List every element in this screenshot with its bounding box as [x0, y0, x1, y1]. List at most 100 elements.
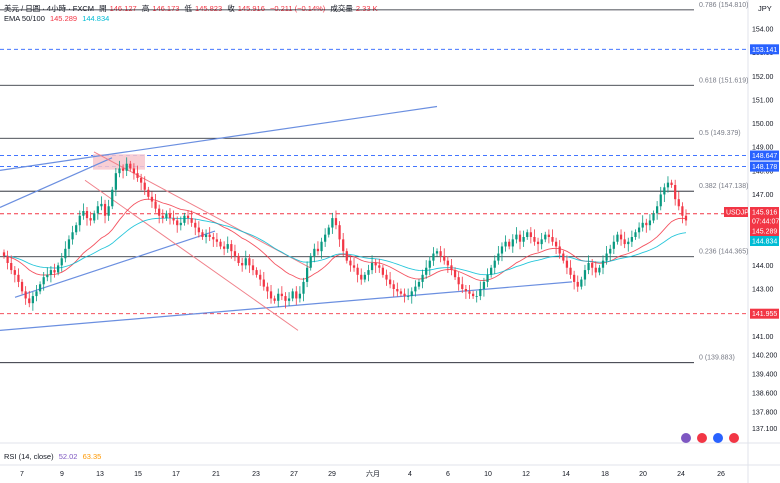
candle-body	[468, 291, 471, 294]
candle-body	[388, 279, 392, 285]
candle-body	[2, 252, 6, 256]
candle-body	[28, 298, 31, 304]
event-icons[interactable]	[681, 433, 739, 443]
candle-body	[93, 213, 96, 221]
candle-body	[259, 274, 262, 280]
candle-body	[280, 293, 283, 297]
candles	[2, 157, 688, 311]
candle-body	[132, 168, 136, 174]
candle-body	[291, 291, 294, 299]
candle-body	[176, 220, 179, 226]
candle-body	[410, 291, 413, 297]
candle-body	[316, 248, 320, 252]
candle-body	[601, 260, 605, 268]
x-tick-label: 7	[20, 471, 24, 478]
price-chart[interactable]: 0.786 (154.810) 0.618 (151.619) 0.5 (149.3…	[0, 0, 780, 483]
candle-body	[587, 263, 590, 271]
candle-body	[327, 227, 330, 235]
candle-body	[342, 239, 345, 252]
candle-body	[659, 194, 662, 207]
candle-body	[208, 234, 211, 237]
ema-lines	[3, 198, 687, 281]
x-tick-label: 9	[60, 471, 64, 478]
candle-body	[140, 177, 143, 183]
candle-body	[269, 291, 273, 299]
candle-body	[674, 185, 677, 200]
candle-body	[504, 241, 507, 247]
price-tag: 144.834	[752, 239, 777, 246]
candle-body	[490, 267, 493, 275]
candle-body	[35, 291, 38, 297]
candle-body	[591, 263, 594, 268]
candle-body	[103, 203, 107, 216]
candle-body	[457, 277, 460, 285]
candle-body	[399, 291, 403, 294]
candle-body	[226, 244, 229, 249]
y-tick-label: 138.600	[752, 391, 777, 398]
x-tick-label: 13	[96, 471, 104, 478]
grid	[0, 0, 780, 483]
price-tag: 153.141	[752, 47, 777, 54]
candle-body	[616, 234, 619, 242]
candle-body	[222, 246, 226, 249]
candle-body	[57, 265, 60, 273]
candle-body	[461, 284, 464, 289]
time-axis[interactable]: 7 9 13 15 17 21 23 27 29 六月 4 6 10 12 14 18 20 24 26	[20, 469, 725, 478]
x-tick-label: 14	[562, 471, 570, 478]
x-tick-label: 17	[172, 471, 180, 478]
candle-body	[295, 291, 298, 299]
candle-body	[197, 227, 200, 233]
candle-body	[619, 234, 623, 240]
candle-body	[547, 234, 550, 237]
x-tick-label: 27	[290, 471, 298, 478]
candle-body	[598, 267, 601, 273]
x-tick-label: 12	[522, 471, 530, 478]
candle-body	[107, 206, 110, 216]
candle-body	[273, 298, 276, 301]
candle-body	[479, 289, 482, 297]
candle-body	[475, 296, 478, 297]
candle-body	[666, 182, 670, 188]
event-flag-icon	[713, 433, 723, 443]
candle-body	[143, 182, 146, 190]
x-tick-label: 15	[134, 471, 142, 478]
x-tick-label: 6	[446, 471, 450, 478]
price-tag: 145.916	[752, 210, 777, 217]
candle-body	[237, 255, 240, 263]
candle-body	[605, 253, 608, 261]
candle-body	[594, 267, 597, 273]
candle-body	[482, 281, 486, 289]
y-tick-label: 139.400	[752, 372, 777, 379]
candle-body	[31, 296, 34, 304]
candle-body	[554, 241, 558, 247]
price-tag: 145.289	[752, 229, 777, 236]
candle-body	[42, 277, 45, 285]
y-tick-label: 140.200	[752, 353, 777, 360]
event-flag-icon	[697, 433, 707, 443]
y-tick-label: 151.00	[752, 97, 774, 104]
price-tags: 153.141148.647148.178146.184USDJPY145.91…	[724, 44, 779, 319]
candle-body	[10, 263, 13, 271]
candle-body	[609, 248, 612, 254]
candle-body	[215, 239, 219, 242]
candle-body	[118, 168, 121, 174]
candle-body	[551, 237, 554, 242]
candle-body	[255, 270, 258, 275]
candle-body	[248, 258, 251, 266]
candle-body	[338, 225, 341, 240]
event-flag-icon	[681, 433, 691, 443]
candle-body	[334, 218, 338, 226]
fib-label: 0.236 (144.365)	[699, 249, 748, 256]
candle-body	[201, 232, 204, 237]
candle-body	[172, 218, 175, 221]
candle-body	[627, 241, 630, 245]
candle-body	[464, 289, 468, 292]
y-tick-label: 154.00	[752, 27, 774, 34]
candle-body	[262, 279, 265, 287]
candle-body	[634, 232, 637, 237]
candle-body	[421, 274, 424, 282]
candle-body	[179, 222, 182, 226]
candle-body	[381, 267, 385, 275]
candle-body	[526, 232, 529, 237]
candle-body	[313, 248, 316, 256]
